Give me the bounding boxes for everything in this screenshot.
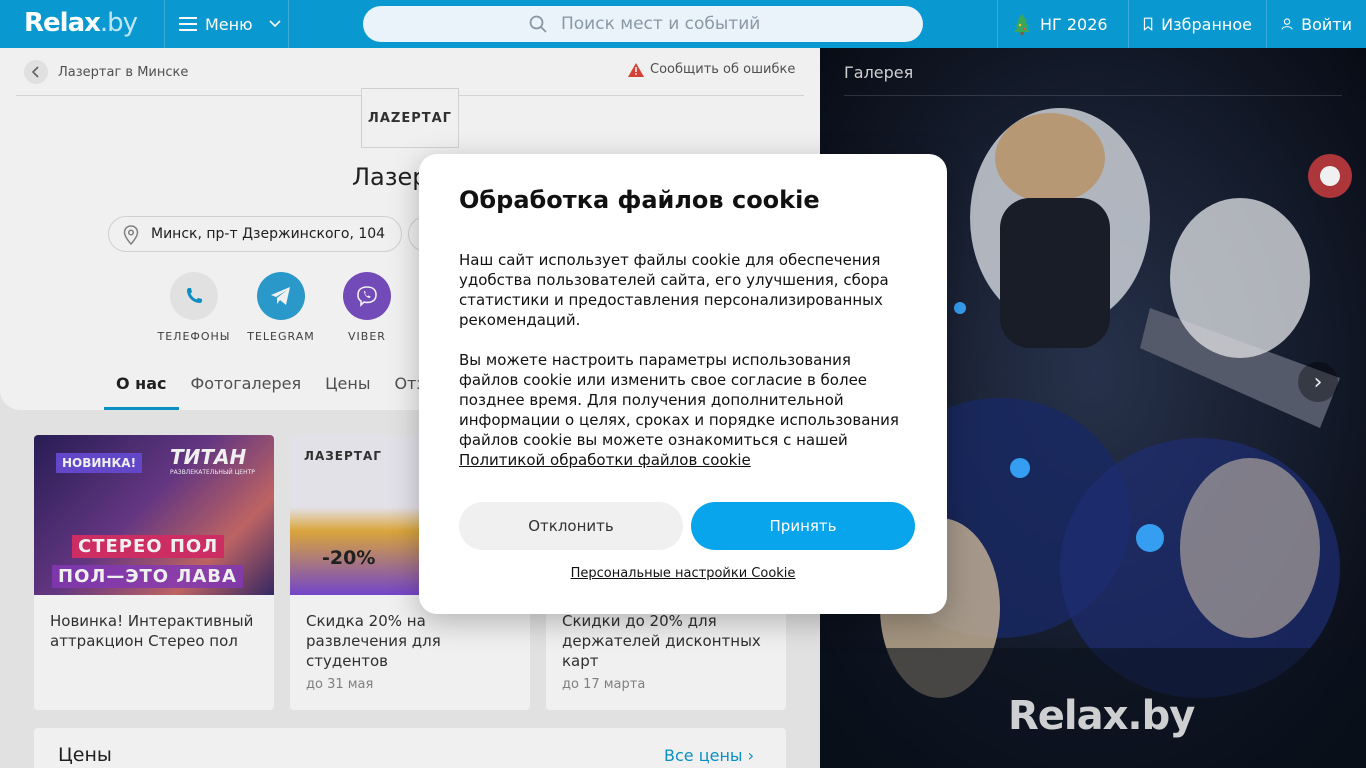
bookmark-icon — [1143, 17, 1153, 32]
hamburger-icon — [179, 17, 197, 31]
new-year-link[interactable]: НГ 2026 — [997, 0, 1128, 48]
cookie-settings-link[interactable]: Персональные настройки Cookie — [419, 566, 947, 581]
favorites-label: Избранное — [1161, 14, 1252, 34]
favorites-link[interactable]: Избранное — [1128, 0, 1266, 48]
menu-button[interactable]: Меню — [164, 0, 289, 48]
login-label: Войти — [1301, 14, 1352, 34]
new-year-label: НГ 2026 — [1040, 14, 1108, 34]
cookie-paragraph: Вы можете настроить параметры использова… — [459, 351, 899, 469]
decline-button[interactable]: Отклонить — [459, 502, 683, 550]
menu-label: Меню — [205, 14, 253, 34]
cookie-title: Обработка файлов cookie — [459, 186, 820, 214]
login-link[interactable]: Войти — [1266, 0, 1366, 48]
site-logo[interactable]: Relax.by — [24, 8, 138, 38]
search-input[interactable] — [527, 6, 887, 42]
search-bar[interactable] — [363, 6, 923, 42]
cookie-policy-link[interactable]: Политикой обработки файлов cookie — [459, 451, 751, 469]
christmas-tree-icon — [1014, 14, 1030, 35]
cookie-paragraph: Наш сайт использует файлы cookie для обе… — [459, 251, 889, 329]
cookie-dialog: Обработка файлов cookie Наш сайт использ… — [419, 154, 947, 614]
chevron-down-icon — [269, 20, 281, 28]
cookie-text: Наш сайт использует файлы cookie для обе… — [459, 250, 909, 490]
top-header: Relax.by Меню НГ 2026 Избранное Войти — [0, 0, 1366, 48]
user-icon — [1281, 18, 1293, 30]
accept-button[interactable]: Принять — [691, 502, 915, 550]
